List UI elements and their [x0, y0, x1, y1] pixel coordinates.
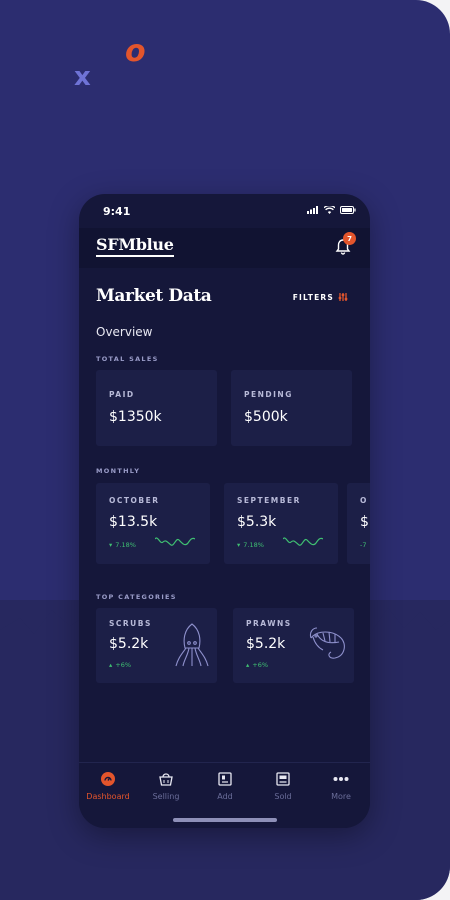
tab-label: Add: [217, 792, 233, 801]
tile-label: PRAWNS: [246, 619, 292, 628]
phone-screen: 9:41 SFMblue 7 Market Data FILTERS Overv…: [79, 194, 370, 828]
monthly-label: MONTHLY: [96, 467, 141, 475]
top-categories-label: TOP CATEGORIES: [96, 593, 177, 601]
month-tile-partial[interactable]: O $ -7: [347, 483, 370, 564]
app-logo: SFMblue: [96, 235, 174, 257]
tab-add[interactable]: Add: [196, 771, 254, 801]
prawn-icon: [309, 627, 345, 659]
tab-selling[interactable]: Selling: [137, 771, 195, 801]
tile-value: $13.5k: [109, 514, 158, 530]
tab-dashboard[interactable]: Dashboard: [79, 771, 137, 801]
add-icon: [218, 772, 232, 786]
signal-icon: [307, 206, 318, 214]
status-time: 9:41: [103, 205, 131, 218]
squid-icon: [175, 623, 209, 667]
trend-arrow-icon: ▴: [109, 661, 113, 669]
tab-label: More: [331, 792, 351, 801]
tile-value: $1350k: [109, 409, 162, 425]
sold-icon: [276, 772, 290, 786]
category-tile-prawns[interactable]: PRAWNS $5.2k ▴ +6%: [233, 608, 354, 683]
tile-delta: ▴ +6%: [246, 661, 268, 669]
more-icon: [333, 777, 349, 781]
delta-value: 7.18%: [243, 541, 264, 549]
tile-delta: -7: [360, 541, 366, 549]
month-tile-october[interactable]: OCTOBER $13.5k ▾ 7.18%: [96, 483, 210, 564]
app-header: SFMblue 7: [79, 228, 370, 268]
tile-delta: ▴ +6%: [109, 661, 131, 669]
trend-arrow-icon: ▾: [237, 541, 241, 549]
tab-label: Sold: [274, 792, 292, 801]
decorative-x-mark: x: [74, 62, 91, 92]
overview-heading: Overview: [96, 325, 153, 339]
filter-sliders-icon: [338, 293, 348, 301]
tile-value: $5.3k: [237, 514, 277, 530]
delta-value: +6%: [252, 661, 269, 669]
category-tile-scrubs[interactable]: SCRUBS $5.2k ▴ +6%: [96, 608, 217, 683]
tab-label: Selling: [152, 792, 180, 801]
trend-arrow-icon: ▾: [109, 541, 113, 549]
home-indicator[interactable]: [173, 818, 277, 822]
total-sales-label: TOTAL SALES: [96, 355, 159, 363]
filters-button[interactable]: FILTERS: [293, 292, 348, 302]
tab-more[interactable]: More: [312, 771, 370, 801]
tile-label: OCTOBER: [109, 496, 160, 505]
filters-label: FILTERS: [292, 292, 334, 302]
bottom-tab-bar: Dashboard Selling Add Sold More: [79, 762, 370, 828]
month-tile-september[interactable]: SEPTEMBER $5.3k ▾ 7.18%: [224, 483, 338, 564]
delta-value: 7.18%: [115, 541, 136, 549]
wifi-icon: [324, 206, 335, 214]
tile-label: PENDING: [244, 390, 293, 399]
delta-value: -7: [360, 541, 367, 549]
pending-tile[interactable]: PENDING $500k: [231, 370, 352, 446]
tile-label: PAID: [109, 390, 135, 399]
tile-value: $: [360, 514, 369, 530]
tile-delta: ▾ 7.18%: [109, 541, 136, 549]
tile-delta: ▾ 7.18%: [237, 541, 264, 549]
page-title: Market Data: [96, 286, 212, 306]
sparkline: [283, 537, 323, 546]
decorative-o-mark: o: [125, 34, 146, 69]
basket-icon: [159, 773, 173, 786]
tile-label: O: [360, 496, 368, 505]
tile-label: SCRUBS: [109, 619, 152, 628]
delta-value: +6%: [115, 661, 132, 669]
tile-value: $5.2k: [109, 636, 149, 652]
tab-label: Dashboard: [86, 792, 130, 801]
dashboard-icon: [101, 772, 115, 786]
trend-arrow-icon: ▴: [246, 661, 250, 669]
tile-label: SEPTEMBER: [237, 496, 301, 505]
tile-value: $5.2k: [246, 636, 286, 652]
sparkline: [155, 537, 195, 546]
tile-value: $500k: [244, 409, 288, 425]
status-bar: 9:41: [79, 194, 370, 228]
battery-icon: [340, 206, 356, 214]
notification-badge: 7: [343, 232, 356, 245]
paid-tile[interactable]: PAID $1350k: [96, 370, 217, 446]
tab-sold[interactable]: Sold: [254, 771, 312, 801]
